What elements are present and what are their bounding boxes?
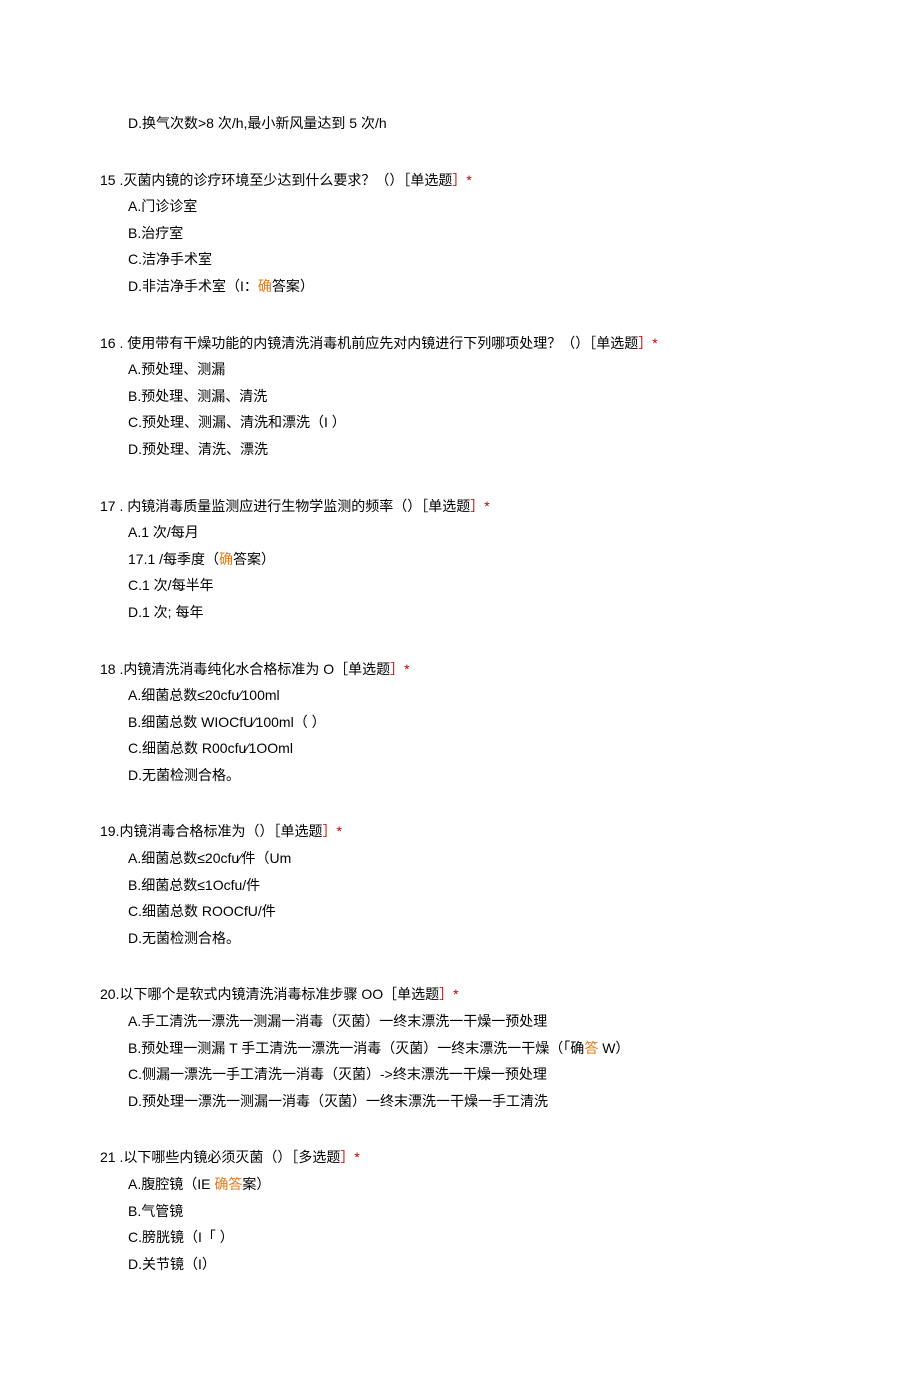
q16-option-a: A.预处理、测漏 — [128, 356, 820, 383]
q20-option-d: D.预处理一漂洗一测漏一消毒（灭菌）一终末漂洗一干燥一手工清洗 — [128, 1088, 820, 1115]
q19-option-a: A.细菌总数≤20cfu∕件（Um — [128, 845, 820, 872]
q18-option-c: C.细菌总数 R00cfu∕1OOml — [128, 735, 820, 762]
q17-option-c: C.1 次/每半年 — [128, 572, 820, 599]
question-18-stem: 18 .内镜清洗消毒纯化水合格标准为 O［单选题］* — [100, 656, 820, 683]
q18-option-b: B.细菌总数 WIOCfU∕100ml（ ） — [128, 709, 820, 736]
question-15-stem: 15 .灭菌内镜的诊疗环境至少达到什么要求？（）［单选题］* — [100, 167, 820, 194]
q18-option-d: D.无菌检测合格。 — [128, 762, 820, 789]
q20-option-c: C.侧漏一漂洗一手工清洗一消毒（灭菌）->终末漂洗一干燥一预处理 — [128, 1061, 820, 1088]
question-18: 18 .内镜清洗消毒纯化水合格标准为 O［单选题］* A.细菌总数≤20cfu∕… — [100, 656, 820, 789]
q21-option-d: D.关节镜（I） — [128, 1251, 820, 1278]
q21-option-a: A.腹腔镜（IE 确答案） — [128, 1171, 820, 1198]
q16-stem-a: 16 . 使用带有干燥功能的内镜清洗消毒机前应先对内镜进行下列哪项处理？（）［单… — [100, 335, 638, 351]
q21-option-b: B.气管镜 — [128, 1198, 820, 1225]
q20-stem-a: 20.以下哪个是软式内镜清洗消毒标准步骤 OO［单选题 — [100, 986, 439, 1002]
question-19-stem: 19.内镜消毒合格标准为（）［单选题］* — [100, 818, 820, 845]
q17-stem-a: 17 . 内镜消毒质量监测应进行生物学监测的频率（）［单选题 — [100, 498, 470, 514]
question-17-stem: 17 . 内镜消毒质量监测应进行生物学监测的频率（）［单选题］* — [100, 493, 820, 520]
q16-stem-b: ］* — [638, 335, 657, 351]
q17-option-a: A.1 次/每月 — [128, 519, 820, 546]
q17-stem-b: ］* — [470, 498, 489, 514]
question-20-stem: 20.以下哪个是软式内镜清洗消毒标准步骤 OO［单选题］* — [100, 981, 820, 1008]
question-17: 17 . 内镜消毒质量监测应进行生物学监测的频率（）［单选题］* A.1 次/每… — [100, 493, 820, 626]
q21-option-c: C.膀胱镜（I「 ） — [128, 1224, 820, 1251]
q15-stem-a: 15 .灭菌内镜的诊疗环境至少达到什么要求？（）［单选题 — [100, 172, 452, 188]
q19-stem-b: ］* — [322, 823, 341, 839]
q20-stem-b: ］* — [439, 986, 458, 1002]
q17-option-d: D.1 次; 每年 — [128, 599, 820, 626]
q20-option-b: B.预处理一测漏 T 手工清洗一漂洗一消毒（灭菌）一终末漂洗一干燥（「确答 W） — [128, 1035, 820, 1062]
q16-option-c: C.预处理、测漏、清洗和漂洗（I ） — [128, 409, 820, 436]
q19-option-c: C.细菌总数 ROOCfU/件 — [128, 898, 820, 925]
question-21-stem: 21 .以下哪些内镜必须灭菌（）［多选题］* — [100, 1144, 820, 1171]
q21-stem-b: ］* — [340, 1149, 359, 1165]
q15-stem-b: ］* — [452, 172, 471, 188]
q19-option-b: B.细菌总数≤1Ocfu/件 — [128, 872, 820, 899]
q15-option-b: B.治疗室 — [128, 220, 820, 247]
q21-stem-a: 21 .以下哪些内镜必须灭菌（）［多选题 — [100, 1149, 340, 1165]
q19-stem-a: 19.内镜消毒合格标准为（）［单选题 — [100, 823, 322, 839]
question-21: 21 .以下哪些内镜必须灭菌（）［多选题］* A.腹腔镜（IE 确答案） B.气… — [100, 1144, 820, 1277]
q18-stem-a: 18 .内镜清洗消毒纯化水合格标准为 O［单选题 — [100, 661, 390, 677]
question-15: 15 .灭菌内镜的诊疗环境至少达到什么要求？（）［单选题］* A.门诊诊室 B.… — [100, 167, 820, 300]
q15-option-c: C.洁净手术室 — [128, 246, 820, 273]
question-16-stem: 16 . 使用带有干燥功能的内镜清洗消毒机前应先对内镜进行下列哪项处理？（）［单… — [100, 330, 820, 357]
q17-option-b: 17.1 /每季度（确答案） — [128, 546, 820, 573]
question-16: 16 . 使用带有干燥功能的内镜清洗消毒机前应先对内镜进行下列哪项处理？（）［单… — [100, 330, 820, 463]
q19-option-d: D.无菌检测合格。 — [128, 925, 820, 952]
q18-stem-b: ］* — [390, 661, 409, 677]
q16-option-b: B.预处理、测漏、清洗 — [128, 383, 820, 410]
fragment-text: D.换气次数>8 次/h,最小新风量达到 5 次/h — [128, 115, 387, 131]
question-20: 20.以下哪个是软式内镜清洗消毒标准步骤 OO［单选题］* A.手工清洗一漂洗一… — [100, 981, 820, 1114]
q20-option-a: A.手工清洗一漂洗一测漏一消毒（灭菌）一终末漂洗一干燥一预处理 — [128, 1008, 820, 1035]
q16-option-d: D.预处理、清洗、漂洗 — [128, 436, 820, 463]
q18-option-a: A.细菌总数≤20cfu∕100ml — [128, 682, 820, 709]
q15-option-d: D.非洁净手术室（I：确答案） — [128, 273, 820, 300]
question-19: 19.内镜消毒合格标准为（）［单选题］* A.细菌总数≤20cfu∕件（Um B… — [100, 818, 820, 951]
q15-option-a: A.门诊诊室 — [128, 193, 820, 220]
fragment-option-d: D.换气次数>8 次/h,最小新风量达到 5 次/h — [128, 110, 820, 137]
